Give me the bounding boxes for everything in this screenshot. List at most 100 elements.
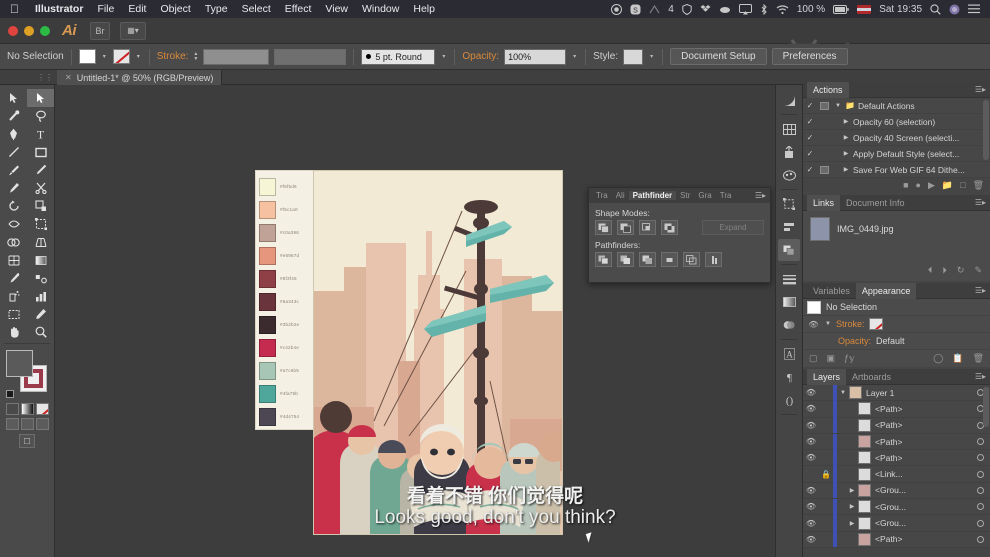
swatch-row[interactable]: #6a343c bbox=[259, 290, 311, 313]
lasso-tool[interactable] bbox=[27, 107, 54, 125]
play-icon[interactable]: ▶ bbox=[928, 180, 935, 191]
color-swatch[interactable] bbox=[259, 293, 276, 311]
disclosure-triangle-icon[interactable]: ▼ bbox=[831, 103, 845, 109]
color-swatch[interactable] bbox=[259, 385, 276, 403]
close-tab-icon[interactable]: ✕ bbox=[65, 73, 72, 82]
action-toggle-checkbox[interactable]: ✓ bbox=[803, 149, 817, 158]
action-row[interactable]: ✓▶Opacity 40 Screen (selecti... bbox=[803, 130, 990, 146]
change-screen-mode[interactable]: ☐ bbox=[19, 434, 35, 448]
fill-color-swatch[interactable] bbox=[6, 350, 33, 377]
list-item[interactable]: IMG_0449.jpg bbox=[803, 211, 990, 247]
visibility-eye-icon[interactable]: 👁 bbox=[803, 404, 819, 413]
gradient-mode[interactable] bbox=[21, 403, 34, 415]
new-set-icon[interactable]: 📁 bbox=[942, 180, 953, 191]
color-swatch[interactable] bbox=[259, 362, 276, 380]
minimize-window-button[interactable] bbox=[24, 26, 34, 36]
stroke-weight-stepper[interactable]: ▲▼ bbox=[193, 52, 198, 62]
gradient-icon[interactable] bbox=[778, 291, 800, 313]
disclosure-triangle-icon[interactable]: ▶ bbox=[839, 118, 853, 125]
swatch-row[interactable]: #c42b4e bbox=[259, 336, 311, 359]
edit-original-icon[interactable]: ✎ bbox=[974, 265, 982, 276]
scale-tool[interactable] bbox=[27, 197, 54, 215]
actions-list[interactable]: ✓▼📁Default Actions✓▶Opacity 60 (selectio… bbox=[803, 98, 990, 178]
visibility-eye-icon[interactable]: 👁 bbox=[803, 535, 819, 544]
stop-icon[interactable]: ■ bbox=[903, 180, 908, 191]
links-list[interactable]: IMG_0449.jpg ⏴ ⏵ ↻ ✎ bbox=[803, 211, 990, 281]
hand-tool[interactable] bbox=[0, 323, 27, 341]
document-tab[interactable]: ✕ Untitled-1* @ 50% (RGB/Preview) bbox=[57, 70, 222, 85]
color-swatch[interactable] bbox=[259, 224, 276, 242]
panel-menu-icon[interactable]: ☰▸ bbox=[975, 372, 990, 381]
tab-layers[interactable]: Layers bbox=[807, 369, 846, 385]
add-new-stroke-icon[interactable]: ▢ bbox=[809, 353, 818, 364]
layer-row[interactable]: 👁▶<Grou... bbox=[803, 515, 990, 531]
menu-effect[interactable]: Effect bbox=[278, 3, 319, 15]
action-row[interactable]: ✓▼📁Default Actions bbox=[803, 98, 990, 114]
shield-icon[interactable] bbox=[678, 4, 696, 15]
add-new-effect-icon[interactable]: ƒ𝕪 bbox=[844, 353, 855, 364]
add-new-fill-icon[interactable]: ▣ bbox=[827, 353, 836, 364]
disclosure-triangle-icon[interactable]: ▶ bbox=[839, 166, 853, 173]
target-circle-icon[interactable] bbox=[977, 503, 984, 510]
target-circle-icon[interactable] bbox=[977, 454, 984, 461]
action-row[interactable]: ✓▶Opacity 60 (selection) bbox=[803, 114, 990, 130]
tab-transform[interactable]: Tra bbox=[592, 191, 612, 200]
apple-icon[interactable]:  bbox=[10, 3, 19, 15]
clear-appearance-icon[interactable]: ◯ bbox=[933, 353, 943, 364]
magic-wand-tool[interactable] bbox=[0, 107, 27, 125]
unite-icon[interactable] bbox=[595, 220, 612, 235]
visibility-eye-icon[interactable]: 👁 bbox=[807, 320, 820, 329]
actions-scrollbar[interactable] bbox=[983, 100, 989, 160]
style-dropdown-icon[interactable]: ▾ bbox=[648, 53, 655, 60]
opacity-dropdown-icon[interactable]: ▾ bbox=[571, 53, 578, 60]
update-link-icon[interactable]: ↻ bbox=[957, 265, 965, 276]
action-toggle-checkbox[interactable]: ✓ bbox=[803, 133, 817, 142]
color-swatch[interactable] bbox=[259, 201, 276, 219]
eyedropper-tool[interactable] bbox=[0, 269, 27, 287]
action-toggle-checkbox[interactable]: ✓ bbox=[803, 117, 817, 126]
skype-icon[interactable]: S bbox=[626, 4, 645, 15]
character-icon[interactable]: A bbox=[778, 343, 800, 365]
notification-center-icon[interactable] bbox=[964, 4, 984, 14]
tab-actions[interactable]: Actions bbox=[807, 82, 849, 98]
zoom-tool[interactable] bbox=[27, 323, 54, 341]
panel-menu-icon[interactable]: ☰▸ bbox=[975, 286, 990, 295]
pencil-tool[interactable] bbox=[27, 161, 54, 179]
color-icon[interactable] bbox=[778, 164, 800, 186]
tab-document-info[interactable]: Document Info bbox=[840, 195, 911, 211]
disclosure-triangle-icon[interactable]: ▼ bbox=[825, 321, 831, 327]
align-icon[interactable] bbox=[778, 216, 800, 238]
target-circle-icon[interactable] bbox=[977, 520, 984, 527]
appearance-opacity-label[interactable]: Opacity: bbox=[838, 336, 871, 346]
lock-icon[interactable]: 🔒 bbox=[819, 470, 833, 479]
tab-gradient[interactable]: Gra bbox=[694, 191, 715, 200]
layer-row[interactable]: 👁▶<Grou... bbox=[803, 499, 990, 515]
layers-list[interactable]: 👁▼Layer 1👁<Path>👁<Path>👁<Path>👁<Path>🔒<L… bbox=[803, 385, 990, 548]
rotate-tool[interactable] bbox=[0, 197, 27, 215]
relink-icon[interactable]: ⏴ bbox=[928, 265, 933, 276]
transparency-icon[interactable] bbox=[778, 314, 800, 336]
type-tool[interactable]: T bbox=[27, 125, 54, 143]
target-circle-icon[interactable] bbox=[977, 471, 984, 478]
tab-stroke[interactable]: Str bbox=[676, 191, 694, 200]
record-icon[interactable]: ● bbox=[916, 180, 921, 191]
column-graph-tool[interactable] bbox=[27, 287, 54, 305]
target-circle-icon[interactable] bbox=[977, 487, 984, 494]
draw-behind[interactable] bbox=[21, 418, 34, 430]
duplicate-item-icon[interactable]: 📋 bbox=[952, 353, 963, 364]
shape-builder-tool[interactable] bbox=[0, 233, 27, 251]
menu-object[interactable]: Object bbox=[153, 3, 197, 15]
delete-item-icon[interactable]: 🗑 bbox=[973, 353, 984, 364]
visibility-eye-icon[interactable]: 👁 bbox=[803, 421, 819, 430]
close-window-button[interactable] bbox=[8, 26, 18, 36]
layer-row[interactable]: 👁<Path> bbox=[803, 450, 990, 466]
canvas-area[interactable]: #f6f5d6#f5c1a0#c0a396#e6967d#8f3f46#6a34… bbox=[55, 85, 775, 557]
panel-menu-icon[interactable]: ☰▸ bbox=[975, 198, 990, 207]
panel-menu-icon[interactable]: ☰▸ bbox=[755, 191, 770, 200]
menu-type[interactable]: Type bbox=[198, 3, 235, 15]
input-flag-icon[interactable] bbox=[853, 5, 875, 14]
layer-row[interactable]: 👁<Path> bbox=[803, 401, 990, 417]
record-icon[interactable] bbox=[607, 4, 626, 15]
bridge-button[interactable]: Br bbox=[90, 22, 110, 40]
action-row[interactable]: ✓▶Save For Web GIF 64 Dithe... bbox=[803, 162, 990, 178]
